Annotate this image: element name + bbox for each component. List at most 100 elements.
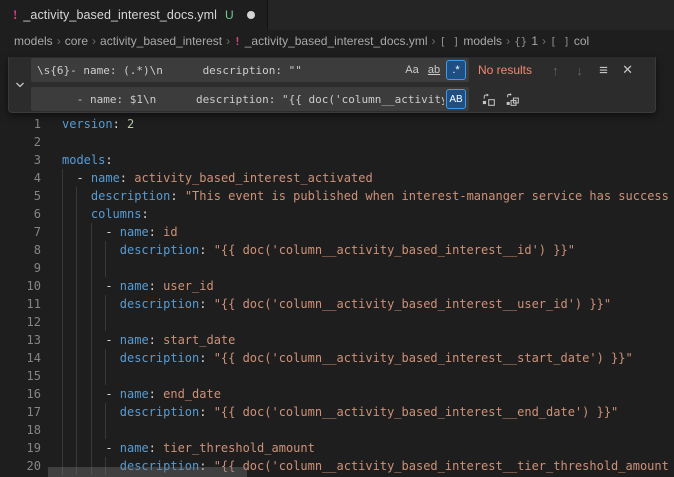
code-line[interactable]: 19 - name: tier_threshold_amount (0, 439, 674, 457)
code-line[interactable]: 15 (0, 367, 674, 385)
find-in-selection-button[interactable]: ≡ (593, 60, 614, 81)
indent-guide (91, 349, 92, 367)
line-number[interactable]: 2 (0, 133, 52, 151)
line-number[interactable]: 15 (0, 367, 52, 385)
regex-button[interactable]: .* (446, 60, 466, 80)
token-k: version (62, 117, 113, 131)
find-input[interactable]: \s{6}- name: (.*)\n description: "" Aa a… (31, 58, 469, 82)
token-p: : (141, 207, 148, 221)
indent-guide (105, 241, 106, 259)
indent-guide (62, 349, 63, 367)
replace-one-button[interactable] (478, 89, 499, 110)
line-number[interactable]: 18 (0, 421, 52, 439)
code-line-content: - name: user_id (52, 277, 674, 295)
line-number[interactable]: 1 (0, 115, 52, 133)
line-number[interactable]: 19 (0, 439, 52, 457)
line-number[interactable]: 11 (0, 295, 52, 313)
token-s: user_id (163, 279, 214, 293)
token-s: "{{ doc('column__activity_based_interest… (214, 297, 611, 311)
indent-guide (76, 295, 77, 313)
token-s: tier_threshold_amount (163, 441, 315, 455)
breadcrumb-item[interactable]: {}1 (514, 34, 538, 48)
close-find-button[interactable]: ✕ (617, 60, 638, 81)
tab-activity-based-interest-docs[interactable]: ! _activity_based_interest_docs.yml U (0, 0, 268, 30)
code-line[interactable]: 17 description: "{{ doc('column__activity… (0, 403, 674, 421)
code-line[interactable]: 7- name: id (0, 223, 674, 241)
chevron-down-icon (15, 80, 25, 90)
code-line[interactable]: 1version: 2 (0, 115, 674, 133)
code-line[interactable]: 5description: "This event is published w… (0, 187, 674, 205)
line-number[interactable]: 5 (0, 187, 52, 205)
line-number[interactable]: 8 (0, 241, 52, 259)
line-number[interactable]: 7 (0, 223, 52, 241)
code-line[interactable]: 14description: "{{ doc('column__activity… (0, 349, 674, 367)
code-line-content: - name: tier_threshold_amount (52, 439, 674, 457)
replace-input[interactable]: - name: $1\n description: "{{ doc('colum… (31, 87, 469, 111)
indent-guide (62, 223, 63, 241)
code-text: description: "{{ doc('column__activity_b… (120, 403, 619, 421)
token-p: - (105, 225, 119, 239)
token-p: : (199, 243, 213, 257)
indent-guide (76, 241, 77, 259)
code-line[interactable]: 18 (0, 421, 674, 439)
breadcrumb-item[interactable]: activity_based_interest (100, 34, 222, 48)
whole-word-button[interactable]: ab (424, 60, 444, 80)
line-number[interactable]: 3 (0, 151, 52, 169)
breadcrumb-item[interactable]: !_activity_based_interest_docs.yml (234, 34, 427, 48)
line-number[interactable]: 14 (0, 349, 52, 367)
editor-pane[interactable]: 1version: 223models:4- name: activity_ba… (0, 52, 674, 477)
modified-dot-icon[interactable] (247, 11, 255, 19)
line-number[interactable]: 17 (0, 403, 52, 421)
toggle-replace-button[interactable] (9, 57, 31, 112)
indent-guide (76, 259, 77, 277)
token-k: name (120, 225, 149, 239)
code-line-content (52, 313, 674, 331)
code-line[interactable]: 13- name: start_date (0, 331, 674, 349)
code-line[interactable]: 16- name: end_date (0, 385, 674, 403)
replace-all-button[interactable] (502, 89, 523, 110)
breadcrumb-item[interactable]: models (14, 34, 53, 48)
line-number[interactable]: 20 (0, 457, 52, 475)
code-line[interactable]: 2 (0, 133, 674, 151)
line-number[interactable]: 6 (0, 205, 52, 223)
indent-guide (76, 331, 77, 349)
previous-match-button[interactable]: ↑ (545, 60, 566, 81)
indent-guide (91, 403, 92, 421)
preserve-case-button[interactable]: AB (446, 89, 466, 109)
indent-guide (105, 367, 106, 385)
token-num: 2 (127, 117, 134, 131)
token-p: : (149, 225, 163, 239)
indent-guide (105, 259, 106, 277)
find-query-text: \s{6}- name: (.*)\n description: "" (37, 64, 400, 77)
code-line[interactable]: 11description: "{{ doc('column__activity… (0, 295, 674, 313)
code-line[interactable]: 4- name: activity_based_interest_activat… (0, 169, 674, 187)
code-text: - name: tier_threshold_amount (105, 439, 315, 457)
replace-value-text: - name: $1\n description: "{{ doc('colum… (37, 93, 444, 106)
code-line[interactable]: 6 columns: (0, 205, 674, 223)
code-line[interactable]: 9 (0, 259, 674, 277)
next-match-button[interactable]: ↓ (569, 60, 590, 81)
breadcrumb-item[interactable]: core (65, 34, 88, 48)
line-number[interactable]: 10 (0, 277, 52, 295)
line-number[interactable]: 9 (0, 259, 52, 277)
line-number[interactable]: 12 (0, 313, 52, 331)
breadcrumb-label: models (14, 34, 53, 48)
token-k: name (91, 171, 120, 185)
code-line[interactable]: 8description: "{{ doc('column__activity_… (0, 241, 674, 259)
code-line-content: description: "{{ doc('column__activity_b… (52, 241, 674, 259)
indent-guide (62, 403, 63, 421)
find-replace-widget: \s{6}- name: (.*)\n description: "" Aa a… (8, 57, 656, 113)
horizontal-scrollbar[interactable] (48, 467, 247, 477)
indent-guide (91, 241, 92, 259)
code-line[interactable]: 12 (0, 313, 674, 331)
code-line[interactable]: 3models: (0, 151, 674, 169)
match-case-button[interactable]: Aa (402, 60, 422, 80)
code-line[interactable]: 10- name: user_id (0, 277, 674, 295)
line-number[interactable]: 13 (0, 331, 52, 349)
code-text: columns: (91, 205, 149, 223)
breadcrumb-separator-icon: › (542, 34, 546, 48)
line-number[interactable]: 16 (0, 385, 52, 403)
breadcrumb-item[interactable]: [ ]models (440, 34, 503, 48)
breadcrumb-item[interactable]: [ ]col (550, 34, 589, 48)
line-number[interactable]: 4 (0, 169, 52, 187)
